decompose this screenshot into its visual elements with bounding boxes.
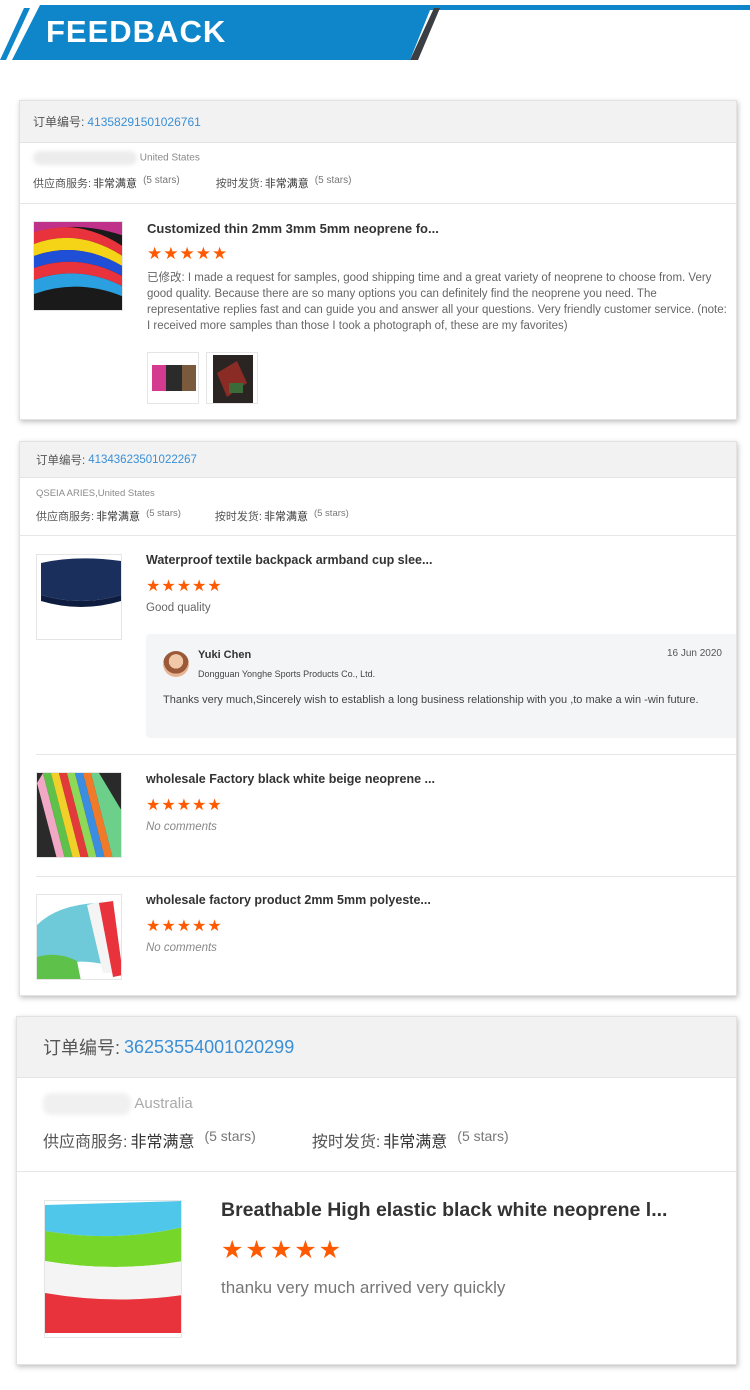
order-label: 订单编号:	[36, 454, 86, 467]
product-image[interactable]	[36, 772, 122, 858]
order-card-3: 订单编号: 36253554001020299 Australia 供应商服务:…	[16, 1016, 737, 1365]
rating-stars: ★★★★★	[221, 1236, 344, 1264]
avatar	[163, 651, 189, 677]
delivery-value: 非常满意	[263, 511, 308, 523]
product-title[interactable]: Customized thin 2mm 3mm 5mm neoprene fo.…	[147, 221, 727, 236]
divider	[20, 203, 736, 204]
buyer-info: United States	[33, 151, 200, 165]
buyer-country: Australia	[134, 1094, 193, 1112]
rating-stars: ★★★★★	[146, 918, 223, 935]
order-number[interactable]: 41343623501022267	[88, 454, 197, 466]
product-title[interactable]: wholesale factory product 2mm 5mm polyes…	[146, 893, 726, 907]
buyer-name-blurred	[43, 1093, 131, 1115]
review-comment: thanku very much arrived very quickly	[221, 1278, 506, 1297]
product-title[interactable]: wholesale Factory black white beige neop…	[146, 772, 726, 786]
order-label: 订单编号:	[33, 115, 85, 129]
divider	[36, 876, 736, 877]
review-comment: 已修改: I made a request for samples, good …	[147, 272, 727, 332]
review-comment: No comments	[146, 821, 217, 833]
supplier-service-stars: (5 stars)	[204, 1128, 256, 1144]
delivery-stars: (5 stars)	[314, 175, 352, 186]
divider	[17, 1171, 736, 1172]
order-header: 订单编号: 36253554001020299	[17, 1017, 736, 1078]
review-photo-2[interactable]	[206, 352, 258, 404]
rating-stars: ★★★★★	[146, 578, 223, 595]
product-title[interactable]: Waterproof textile backpack armband cup …	[146, 553, 726, 567]
product-image[interactable]	[44, 1200, 182, 1338]
delivery-value: 非常满意	[383, 1134, 448, 1151]
supplier-service-label: 供应商服务:	[33, 178, 92, 190]
reply-company: Dongguan Yonghe Sports Products Co., Ltd…	[198, 669, 376, 679]
delivery-value: 非常满意	[264, 178, 309, 190]
supplier-service-label: 供应商服务:	[36, 511, 95, 523]
product-image[interactable]	[33, 221, 123, 311]
reply-text: Thanks very much,Sincerely wish to estab…	[163, 694, 699, 706]
delivery-label: 按时发货:	[214, 511, 262, 523]
rating-row: 供应商服务: 非常满意 (5 stars) 按时发货: 非常满意 (5 star…	[36, 508, 349, 524]
reply-author: Yuki Chen	[198, 649, 252, 661]
review-comment: No comments	[146, 942, 217, 954]
review-comment: Good quality	[146, 602, 211, 614]
order-header: 订单编号: 413582915010267​61	[20, 101, 736, 143]
rating-stars: ★★★★★	[146, 797, 223, 814]
buyer-country: United States	[139, 152, 200, 164]
product-image[interactable]	[36, 894, 122, 980]
order-label: 订单编号:	[43, 1038, 121, 1058]
buyer-name-blurred	[33, 151, 137, 165]
rating-stars: ★★★★★	[147, 244, 229, 263]
order-number[interactable]: 36253554001020299	[124, 1037, 294, 1058]
banner-title: FEEDBACK	[46, 14, 227, 49]
product-image[interactable]	[36, 554, 122, 640]
divider	[36, 754, 736, 755]
supplier-service-value: 非常满意	[93, 178, 138, 190]
review-photo-1[interactable]	[147, 352, 199, 404]
supplier-reply: Yuki Chen Dongguan Yonghe Sports Product…	[146, 634, 736, 738]
supplier-service-value: 非常满意	[96, 511, 141, 523]
supplier-service-stars: (5 stars)	[143, 175, 180, 186]
order-header: 订单编号: 41343623501022267	[20, 442, 736, 478]
supplier-service-value: 非常满意	[130, 1134, 195, 1151]
rating-row: 供应商服务: 非常满意 (5 stars) 按时发货: 非常满意 (5 star…	[43, 1128, 509, 1152]
rating-row: 供应商服务: 非常满意 (5 stars) 按时发货: 非常满意 (5 star…	[33, 175, 351, 191]
banner-top-line	[420, 5, 750, 10]
order-card-2: 订单编号: 41343623501022267 QSEIA ARIES,Unit…	[19, 441, 737, 996]
reply-date: 16 Jun 2020	[666, 648, 722, 659]
delivery-stars: (5 stars)	[313, 508, 349, 519]
order-card-1: 订单编号: 413582915010267​61 United States 供…	[19, 100, 737, 420]
divider	[20, 535, 736, 536]
delivery-label: 按时发货:	[215, 178, 263, 190]
product-title[interactable]: Breathable High elastic black white neop…	[221, 1199, 721, 1222]
delivery-label: 按时发货:	[311, 1134, 381, 1151]
supplier-service-label: 供应商服务:	[43, 1134, 128, 1151]
buyer-info: Australia	[43, 1093, 193, 1115]
feedback-banner: FEEDBACK	[0, 0, 750, 62]
buyer-country: QSEIA ARIES,United States	[36, 488, 155, 499]
order-number[interactable]: 413582915010267​61	[87, 115, 200, 129]
supplier-service-stars: (5 stars)	[146, 508, 181, 519]
delivery-stars: (5 stars)	[457, 1128, 509, 1144]
